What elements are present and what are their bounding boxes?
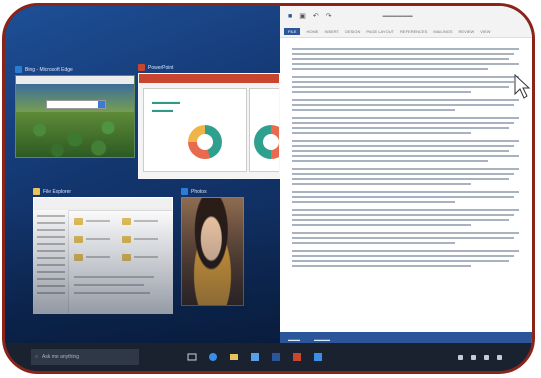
thumbnail-titlebar: PowerPoint [138,62,280,73]
slide-title: ▬▬▬▬ ▬▬▬ [152,99,180,114]
thumbnail-preview [181,197,244,306]
save-icon[interactable]: ▣ [299,12,306,20]
system-tray [458,354,502,360]
task-view-icon[interactable] [187,352,197,362]
word-icon[interactable]: ■ [288,13,292,20]
pinned-apps [187,352,323,362]
photos-icon[interactable] [313,352,323,362]
thumbnail-title: Bing - Microsoft Edge [25,66,73,73]
redo-icon[interactable]: ↷ [326,12,332,20]
word-window[interactable]: ■ ▣ ↶ ↷ ▬▬▬▬▬▬ FILE HOME INSERT DESIGN P… [280,6,535,346]
edge-icon [15,66,22,73]
thumbnail-preview [33,197,173,314]
screenshot-frame: Bing - Microsoft Edge PowerPoint ▬▬▬▬ ▬▬▬ [2,3,535,374]
ribbon-bar [139,74,279,83]
document-paragraph [292,232,528,244]
volume-icon[interactable] [484,354,489,360]
thumbnail-title: PowerPoint [148,64,174,71]
ribbon-tabs: FILE HOME INSERT DESIGN PAGE LAYOUT REFE… [280,26,532,38]
document-paragraph [292,99,528,111]
photos-icon [181,188,188,195]
quick-access-toolbar: ■ ▣ ↶ ↷ ▬▬▬▬▬▬ [280,6,532,26]
document-paragraph [292,140,528,162]
word-icon[interactable] [271,352,281,362]
taskbar: ○ Ask me anything [5,343,532,371]
powerpoint-icon [138,64,145,71]
status-page-indicator: ▬▬▬ [288,336,300,342]
tab-references[interactable]: REFERENCES [400,29,427,34]
slide-preview: ▬▬▬▬ ▬▬▬ [143,88,247,172]
document-body[interactable] [292,48,528,328]
mouse-cursor-icon [514,74,531,99]
document-paragraph [292,250,528,267]
folder-icon [74,218,83,225]
file-explorer-icon[interactable] [229,352,239,362]
thumbnail-titlebar: File Explorer [33,186,173,197]
background-image [16,84,134,114]
tab-file[interactable]: FILE [284,28,301,35]
window-title: ▬▬▬▬▬▬ [382,13,413,19]
folder-icon [74,254,83,261]
thumbnail-title: File Explorer [43,188,72,195]
thumbnail-preview [15,75,135,158]
folder-icon [122,218,131,225]
tab-mailings[interactable]: MAILINGS [433,29,452,34]
store-icon[interactable] [250,352,260,362]
undo-icon[interactable]: ↶ [313,12,319,20]
tab-insert[interactable]: INSERT [324,29,339,34]
folder-icon [74,236,83,243]
status-word-count: ▬▬▬▬ [314,336,330,342]
photo-preview [182,198,243,305]
window-thumbnail-powerpoint[interactable]: PowerPoint ▬▬▬▬ ▬▬▬ [138,62,280,179]
window-thumbnail-file-explorer[interactable]: File Explorer [33,186,173,314]
scrollbar[interactable] [533,42,535,82]
network-icon[interactable] [471,354,476,360]
thumbnail-titlebar: Bing - Microsoft Edge [15,64,135,75]
search-box[interactable]: ○ Ask me anything [31,349,139,365]
search-icon: ○ [35,354,39,360]
folder-icon [122,254,131,261]
document-paragraph [292,76,528,93]
folder-icon [122,236,131,243]
slide-preview [249,88,279,172]
tab-review[interactable]: REVIEW [459,29,475,34]
document-paragraph [292,168,528,185]
tab-home[interactable]: HOME [306,29,318,34]
powerpoint-icon[interactable] [292,352,302,362]
document-paragraph [292,48,528,70]
background-image [16,112,134,157]
thumbnail-title: Photos [191,188,207,195]
window-thumbnail-edge[interactable]: Bing - Microsoft Edge [15,64,135,158]
thumbnail-titlebar: Photos [181,186,244,197]
window-thumbnail-photos[interactable]: Photos [181,186,244,306]
thumbnail-preview: ▬▬▬▬ ▬▬▬ [138,73,280,179]
notification-icon[interactable] [497,354,502,360]
edge-icon[interactable] [208,352,218,362]
tab-page-layout[interactable]: PAGE LAYOUT [366,29,394,34]
file-list [74,216,168,309]
chevron-up-icon[interactable] [458,354,463,360]
donut-chart-graphic [254,125,279,159]
search-placeholder: Ask me anything [42,354,79,360]
folder-icon [33,188,40,195]
document-paragraph [292,117,528,134]
tab-view[interactable]: VIEW [480,29,490,34]
navigation-pane [34,210,69,313]
tab-design[interactable]: DESIGN [345,29,360,34]
search-box [46,100,106,109]
task-view-desktop: Bing - Microsoft Edge PowerPoint ▬▬▬▬ ▬▬▬ [5,6,280,346]
document-paragraph [292,191,528,203]
document-paragraph [292,209,528,226]
donut-chart-graphic [188,125,222,159]
ribbon-bar [34,198,172,211]
browser-tabbar [16,76,134,84]
